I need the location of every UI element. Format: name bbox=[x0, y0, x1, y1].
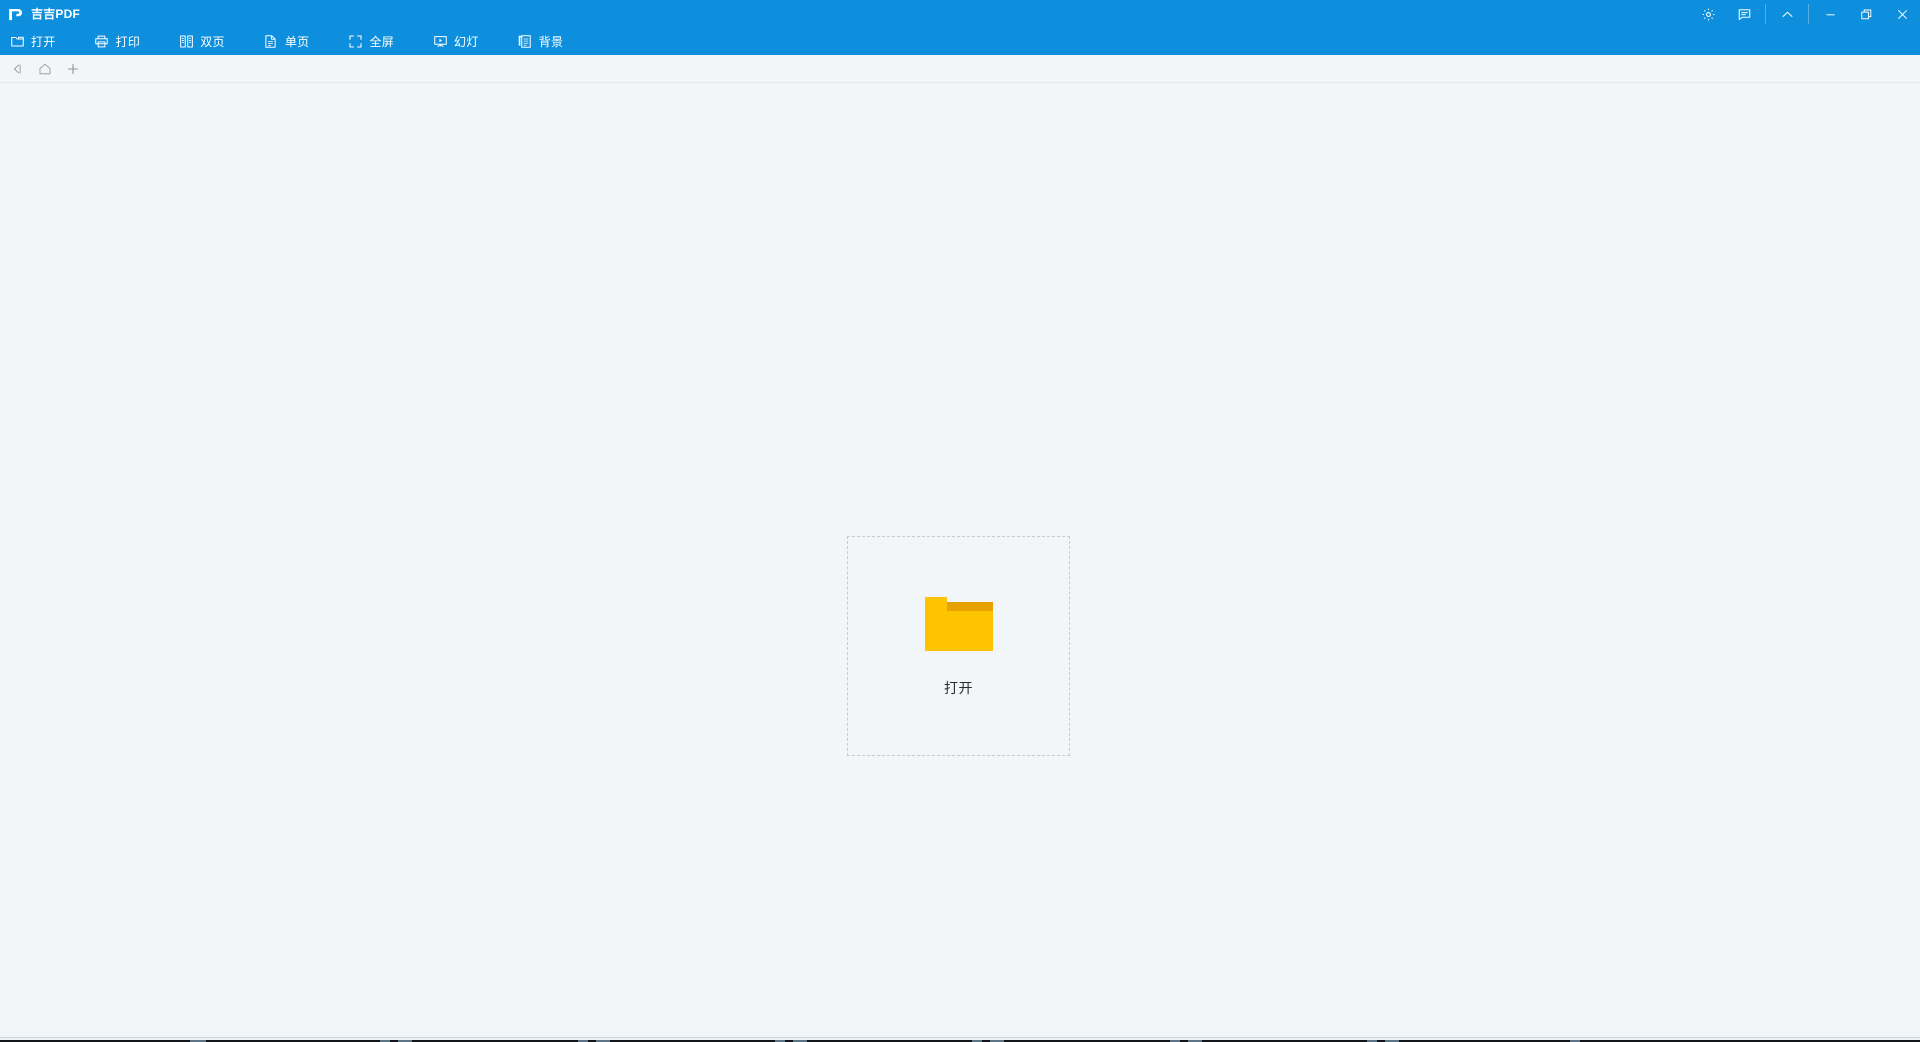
toolbar-label-single-page: 单页 bbox=[284, 34, 310, 49]
titlebar-divider bbox=[1765, 4, 1766, 24]
toolbar-label-two-page: 双页 bbox=[200, 34, 225, 49]
toolbar-label-slideshow: 幻灯 bbox=[454, 34, 479, 49]
toolbar-label-fullscreen: 全屏 bbox=[369, 34, 395, 49]
toolbar-label-open: 打开 bbox=[31, 34, 56, 49]
fullscreen-icon bbox=[347, 34, 363, 50]
close-icon bbox=[1895, 7, 1910, 22]
plus-icon bbox=[66, 62, 80, 76]
app-title: 吉吉PDF bbox=[31, 7, 81, 21]
jiji-pdf-logo-icon bbox=[7, 6, 24, 23]
toolbar-item-open[interactable]: 打开 bbox=[7, 28, 66, 55]
home-icon bbox=[38, 62, 52, 76]
title-bar: 吉吉PDF bbox=[0, 0, 1920, 28]
application-window: 吉吉PDF 打开 打印 双页 单页 全屏 幻灯 背景 打开 bbox=[0, 0, 1920, 1042]
toolbar-item-two-page[interactable]: 双页 bbox=[176, 28, 235, 55]
background-icon bbox=[517, 34, 533, 50]
close-button[interactable] bbox=[1884, 0, 1920, 28]
two-page-icon bbox=[178, 34, 194, 50]
workspace: 打开 bbox=[0, 83, 1920, 1042]
back-to-start-button[interactable] bbox=[3, 56, 31, 82]
titlebar-divider-2 bbox=[1808, 4, 1809, 24]
maximize-button[interactable] bbox=[1848, 0, 1884, 28]
settings-button[interactable] bbox=[1690, 0, 1726, 28]
toolbar-label-background: 背景 bbox=[538, 34, 564, 49]
folder-open-icon bbox=[9, 34, 25, 50]
minimize-button[interactable] bbox=[1812, 0, 1848, 28]
open-file-dropzone[interactable]: 打开 bbox=[847, 536, 1070, 756]
new-tab-button[interactable] bbox=[59, 56, 87, 82]
open-file-label: 打开 bbox=[944, 680, 973, 696]
app-brand: 吉吉PDF bbox=[0, 6, 80, 23]
tab-bar bbox=[0, 55, 1920, 83]
toolbar-label-print: 打印 bbox=[115, 34, 141, 49]
system-taskbar[interactable] bbox=[0, 1037, 1920, 1042]
slideshow-icon bbox=[432, 34, 448, 50]
toolbar-item-background[interactable]: 背景 bbox=[515, 28, 574, 55]
toolbar-item-print[interactable]: 打印 bbox=[92, 28, 151, 55]
single-page-icon bbox=[263, 34, 279, 50]
feedback-button[interactable] bbox=[1726, 0, 1762, 28]
collapse-button[interactable] bbox=[1769, 0, 1805, 28]
minimize-icon bbox=[1823, 7, 1838, 22]
message-icon bbox=[1737, 7, 1752, 22]
chevron-up-icon bbox=[1780, 7, 1795, 22]
back-to-start-icon bbox=[10, 62, 24, 76]
restore-icon bbox=[1859, 7, 1874, 22]
toolbar-item-fullscreen[interactable]: 全屏 bbox=[345, 28, 404, 55]
home-button[interactable] bbox=[31, 56, 59, 82]
main-toolbar: 打开 打印 双页 单页 全屏 幻灯 背景 bbox=[0, 28, 1920, 55]
toolbar-item-slideshow[interactable]: 幻灯 bbox=[430, 28, 489, 55]
toolbar-item-single-page[interactable]: 单页 bbox=[261, 28, 320, 55]
printer-icon bbox=[94, 34, 110, 50]
gear-icon bbox=[1701, 7, 1716, 22]
folder-icon bbox=[924, 597, 993, 651]
